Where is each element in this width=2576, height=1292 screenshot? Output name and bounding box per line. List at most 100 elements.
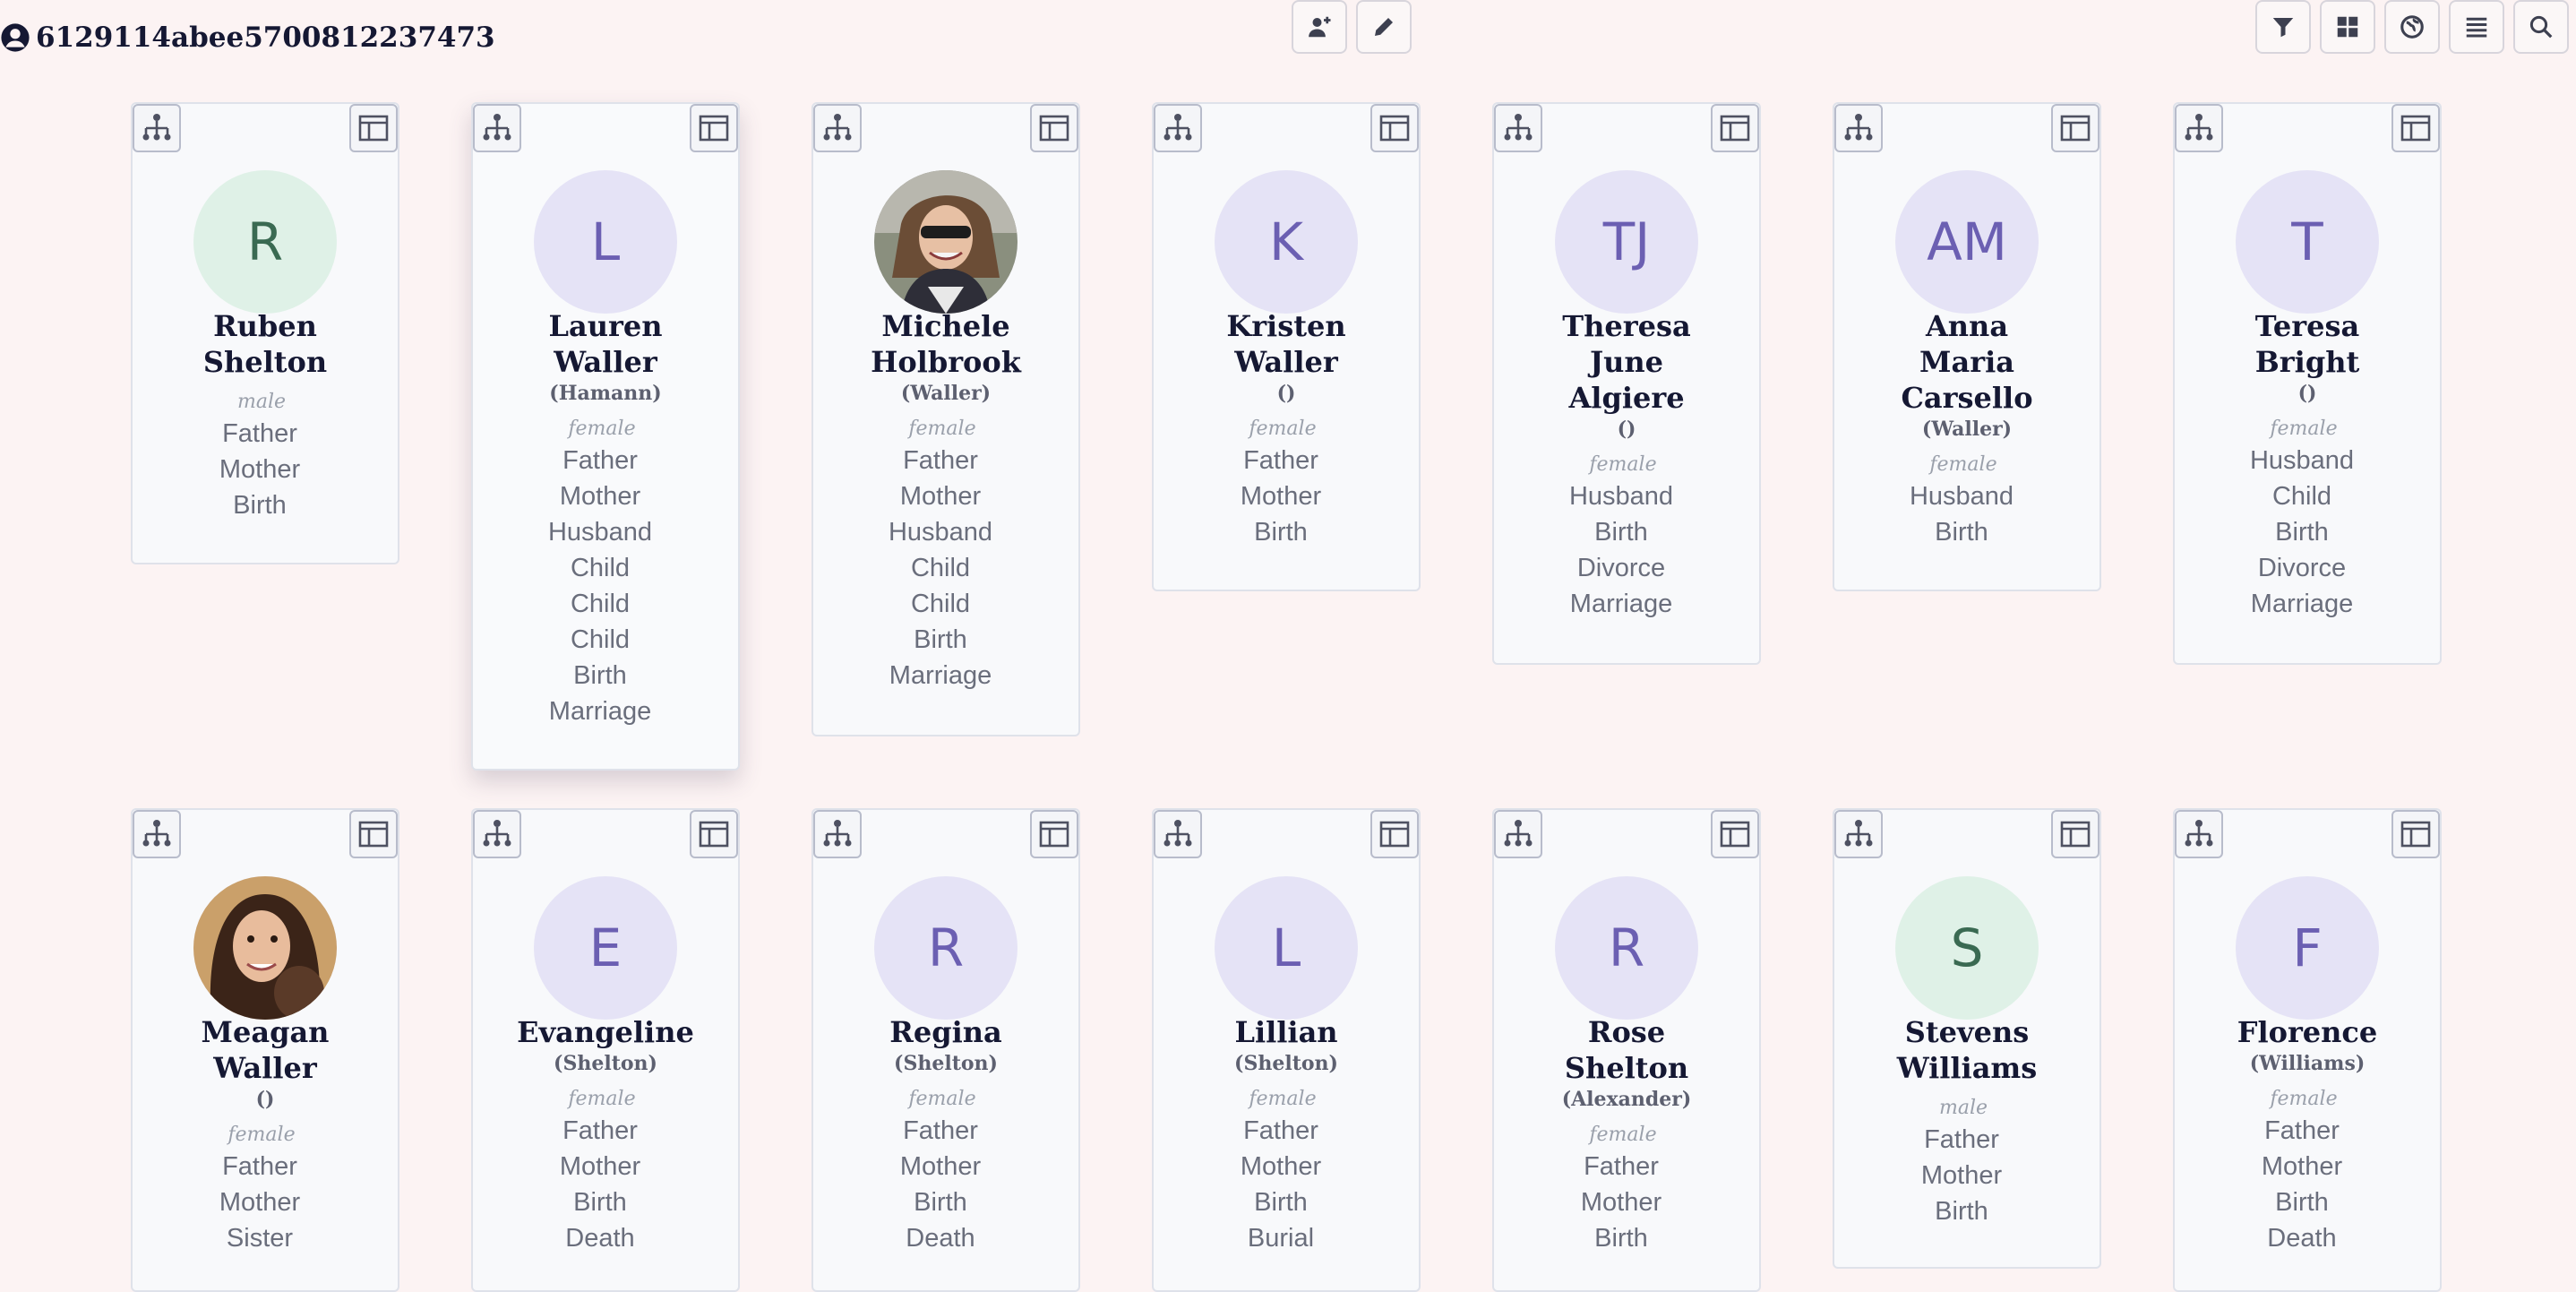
detail-view-button[interactable]: [2051, 104, 2099, 152]
person-card[interactable]: S Stevens Williams male Father Mother Bi…: [1833, 808, 2101, 1269]
event-item[interactable]: Death: [803, 1220, 1078, 1256]
event-item[interactable]: Divorce: [2164, 550, 2440, 586]
event-item[interactable]: Birth: [1143, 514, 1419, 550]
event-item[interactable]: Sister: [122, 1220, 398, 1256]
event-item[interactable]: Marriage: [2164, 586, 2440, 622]
event-item[interactable]: Mother: [2164, 1149, 2440, 1184]
person-card[interactable]: Michele Holbrook (Waller) female Father …: [811, 102, 1080, 736]
event-item[interactable]: Marriage: [462, 693, 738, 729]
edit-button[interactable]: [1356, 0, 1412, 54]
event-item[interactable]: Child: [803, 550, 1078, 586]
event-item[interactable]: Father: [1143, 1113, 1419, 1149]
event-item[interactable]: Child: [462, 622, 738, 658]
event-item[interactable]: Mother: [1143, 478, 1419, 514]
event-item[interactable]: Father: [462, 1113, 738, 1149]
event-item[interactable]: Birth: [462, 658, 738, 693]
family-tree-button[interactable]: [2175, 104, 2223, 152]
family-tree-button[interactable]: [133, 810, 181, 858]
event-item[interactable]: Birth: [803, 1184, 1078, 1220]
person-card[interactable]: TJ Theresa June Algiere () female Husban…: [1492, 102, 1761, 665]
event-item[interactable]: Child: [2164, 478, 2440, 514]
family-tree-button[interactable]: [1154, 810, 1202, 858]
list-view-button[interactable]: [2449, 0, 2504, 54]
person-card[interactable]: T Teresa Bright () female Husband Child …: [2173, 102, 2442, 665]
detail-view-button[interactable]: [690, 104, 738, 152]
event-item[interactable]: Father: [803, 1113, 1078, 1149]
event-item[interactable]: Marriage: [803, 658, 1078, 693]
event-item[interactable]: Death: [2164, 1220, 2440, 1256]
event-item[interactable]: Father: [2164, 1113, 2440, 1149]
event-item[interactable]: Child: [462, 550, 738, 586]
event-item[interactable]: Mother: [1824, 1158, 2099, 1193]
detail-view-button[interactable]: [690, 810, 738, 858]
filter-button[interactable]: [2255, 0, 2311, 54]
person-card[interactable]: AM Anna Maria Carsello (Waller) female H…: [1833, 102, 2101, 591]
search-button[interactable]: [2513, 0, 2569, 54]
event-item[interactable]: Birth: [122, 487, 398, 523]
person-card[interactable]: L Lauren Waller (Hamann) female Father M…: [471, 102, 740, 771]
family-tree-button[interactable]: [813, 104, 862, 152]
detail-view-button[interactable]: [1370, 810, 1419, 858]
event-item[interactable]: Mother: [462, 1149, 738, 1184]
event-item[interactable]: Husband: [1483, 478, 1759, 514]
event-item[interactable]: Mother: [122, 452, 398, 487]
detail-view-button[interactable]: [1711, 104, 1759, 152]
event-item[interactable]: Mother: [803, 478, 1078, 514]
event-item[interactable]: Mother: [462, 478, 738, 514]
family-tree-button[interactable]: [1834, 810, 1883, 858]
family-tree-button[interactable]: [1494, 104, 1542, 152]
event-item[interactable]: Husband: [462, 514, 738, 550]
person-card[interactable]: K Kristen Waller () female Father Mother…: [1152, 102, 1421, 591]
family-tree-button[interactable]: [1154, 104, 1202, 152]
event-item[interactable]: Birth: [2164, 1184, 2440, 1220]
add-person-button[interactable]: [1292, 0, 1347, 54]
family-tree-button[interactable]: [2175, 810, 2223, 858]
event-item[interactable]: Father: [1824, 1122, 2099, 1158]
event-item[interactable]: Husband: [2164, 443, 2440, 478]
detail-view-button[interactable]: [1030, 810, 1078, 858]
event-item[interactable]: Birth: [1824, 514, 2099, 550]
detail-view-button[interactable]: [349, 104, 398, 152]
event-item[interactable]: Death: [462, 1220, 738, 1256]
detail-view-button[interactable]: [2051, 810, 2099, 858]
event-item[interactable]: Father: [1143, 443, 1419, 478]
person-card[interactable]: E Evangeline (Shelton) female Father Mot…: [471, 808, 740, 1292]
person-card[interactable]: R Regina (Shelton) female Father Mother …: [811, 808, 1080, 1292]
event-item[interactable]: Birth: [462, 1184, 738, 1220]
event-item[interactable]: Marriage: [1483, 586, 1759, 622]
family-tree-button[interactable]: [1834, 104, 1883, 152]
family-tree-button[interactable]: [1494, 810, 1542, 858]
person-card[interactable]: R Rose Shelton (Alexander) female Father…: [1492, 808, 1761, 1292]
family-tree-button[interactable]: [473, 810, 521, 858]
event-item[interactable]: Birth: [2164, 514, 2440, 550]
event-item[interactable]: Mother: [1143, 1149, 1419, 1184]
event-item[interactable]: Child: [803, 586, 1078, 622]
person-card[interactable]: F Florence (Williams) female Father Moth…: [2173, 808, 2442, 1292]
person-card[interactable]: Meagan Waller () female Father Mother Si…: [131, 808, 399, 1292]
event-item[interactable]: Mother: [122, 1184, 398, 1220]
event-item[interactable]: Husband: [1824, 478, 2099, 514]
family-tree-button[interactable]: [473, 104, 521, 152]
family-tree-button[interactable]: [813, 810, 862, 858]
event-item[interactable]: Husband: [803, 514, 1078, 550]
detail-view-button[interactable]: [349, 810, 398, 858]
event-item[interactable]: Father: [1483, 1149, 1759, 1184]
detail-view-button[interactable]: [2391, 104, 2440, 152]
event-item[interactable]: Mother: [1483, 1184, 1759, 1220]
event-item[interactable]: Birth: [803, 622, 1078, 658]
event-item[interactable]: Birth: [1483, 514, 1759, 550]
grid-view-button[interactable]: [2320, 0, 2375, 54]
globe-button[interactable]: [2384, 0, 2440, 54]
detail-view-button[interactable]: [1030, 104, 1078, 152]
detail-view-button[interactable]: [2391, 810, 2440, 858]
detail-view-button[interactable]: [1370, 104, 1419, 152]
event-item[interactable]: Birth: [1824, 1193, 2099, 1229]
event-item[interactable]: Father: [122, 1149, 398, 1184]
event-item[interactable]: Father: [803, 443, 1078, 478]
family-tree-button[interactable]: [133, 104, 181, 152]
event-item[interactable]: Burial: [1143, 1220, 1419, 1256]
event-item[interactable]: Divorce: [1483, 550, 1759, 586]
event-item[interactable]: Father: [462, 443, 738, 478]
event-item[interactable]: Father: [122, 416, 398, 452]
event-item[interactable]: Birth: [1483, 1220, 1759, 1256]
